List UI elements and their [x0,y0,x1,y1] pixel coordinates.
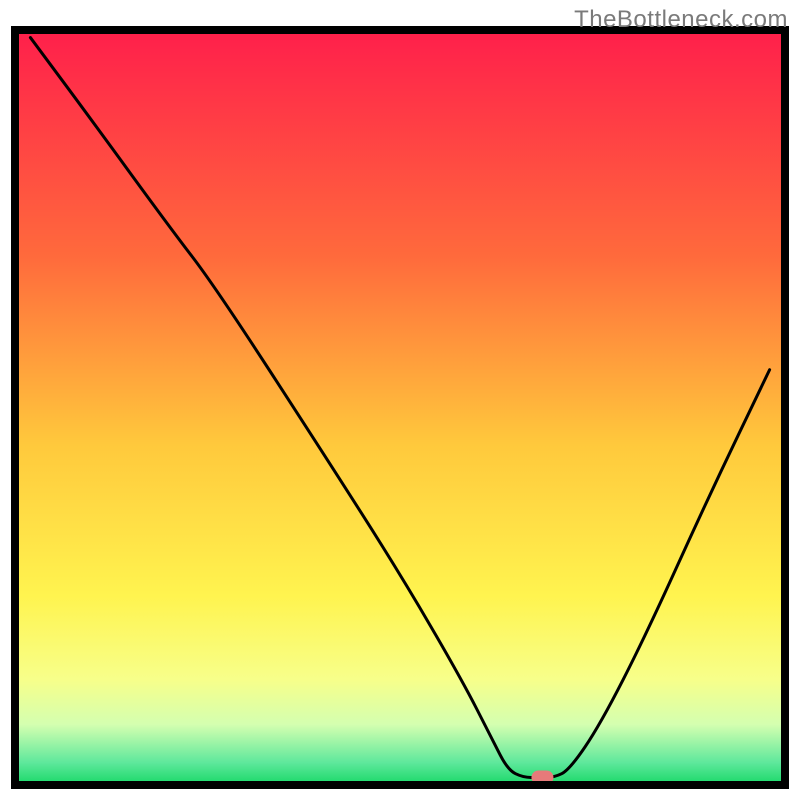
bottleneck-chart: TheBottleneck.com [0,0,800,800]
chart-svg [0,0,800,800]
gradient-background [15,30,785,785]
watermark-label: TheBottleneck.com [574,6,788,34]
